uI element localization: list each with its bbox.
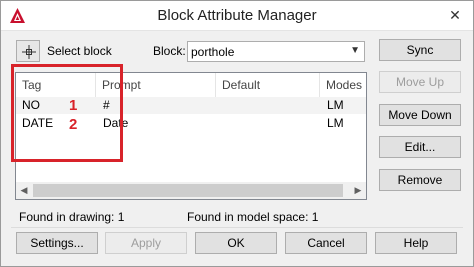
annotation-number-1: 1 <box>69 97 78 114</box>
block-label: Block: <box>153 44 186 58</box>
move-down-button[interactable]: Move Down <box>379 104 461 126</box>
select-block-label: Select block <box>47 44 112 58</box>
annotation-number-2: 2 <box>69 116 78 133</box>
annotation-highlight-box <box>11 64 123 162</box>
found-in-drawing-status: Found in drawing: 1 <box>19 210 125 224</box>
cell-modes: LM <box>327 98 344 112</box>
apply-button[interactable]: Apply <box>105 232 187 254</box>
column-header-modes[interactable]: Modes <box>320 73 366 97</box>
title-bar: Block Attribute Manager ✕ <box>1 1 473 31</box>
column-header-default[interactable]: Default <box>216 73 320 97</box>
block-attribute-manager-dialog: Block Attribute Manager ✕ Select block B… <box>0 0 474 267</box>
scroll-right-arrow-icon[interactable]: ▶ <box>351 184 365 197</box>
block-dropdown[interactable]: porthole ▼ <box>187 41 365 62</box>
footer-divider <box>11 227 463 228</box>
remove-button[interactable]: Remove <box>379 169 461 191</box>
select-block-button[interactable] <box>16 40 40 62</box>
settings-button[interactable]: Settings... <box>16 232 98 254</box>
sync-button[interactable]: Sync <box>379 39 461 61</box>
close-button[interactable]: ✕ <box>445 5 465 25</box>
chevron-down-icon: ▼ <box>350 45 360 56</box>
ok-button[interactable]: OK <box>195 232 277 254</box>
scrollbar-thumb[interactable] <box>33 184 343 197</box>
block-dropdown-value: porthole <box>191 45 235 59</box>
edit-button[interactable]: Edit... <box>379 136 461 158</box>
help-button[interactable]: Help <box>375 232 457 254</box>
move-up-button[interactable]: Move Up <box>379 71 461 93</box>
cancel-button[interactable]: Cancel <box>285 232 367 254</box>
window-title: Block Attribute Manager <box>157 7 317 24</box>
crosshair-pick-icon <box>22 45 36 59</box>
scroll-left-arrow-icon[interactable]: ◀ <box>17 184 31 197</box>
cell-modes: LM <box>327 116 344 130</box>
found-in-model-space-status: Found in model space: 1 <box>187 210 319 224</box>
horizontal-scrollbar[interactable]: ◀ ▶ <box>16 182 366 199</box>
